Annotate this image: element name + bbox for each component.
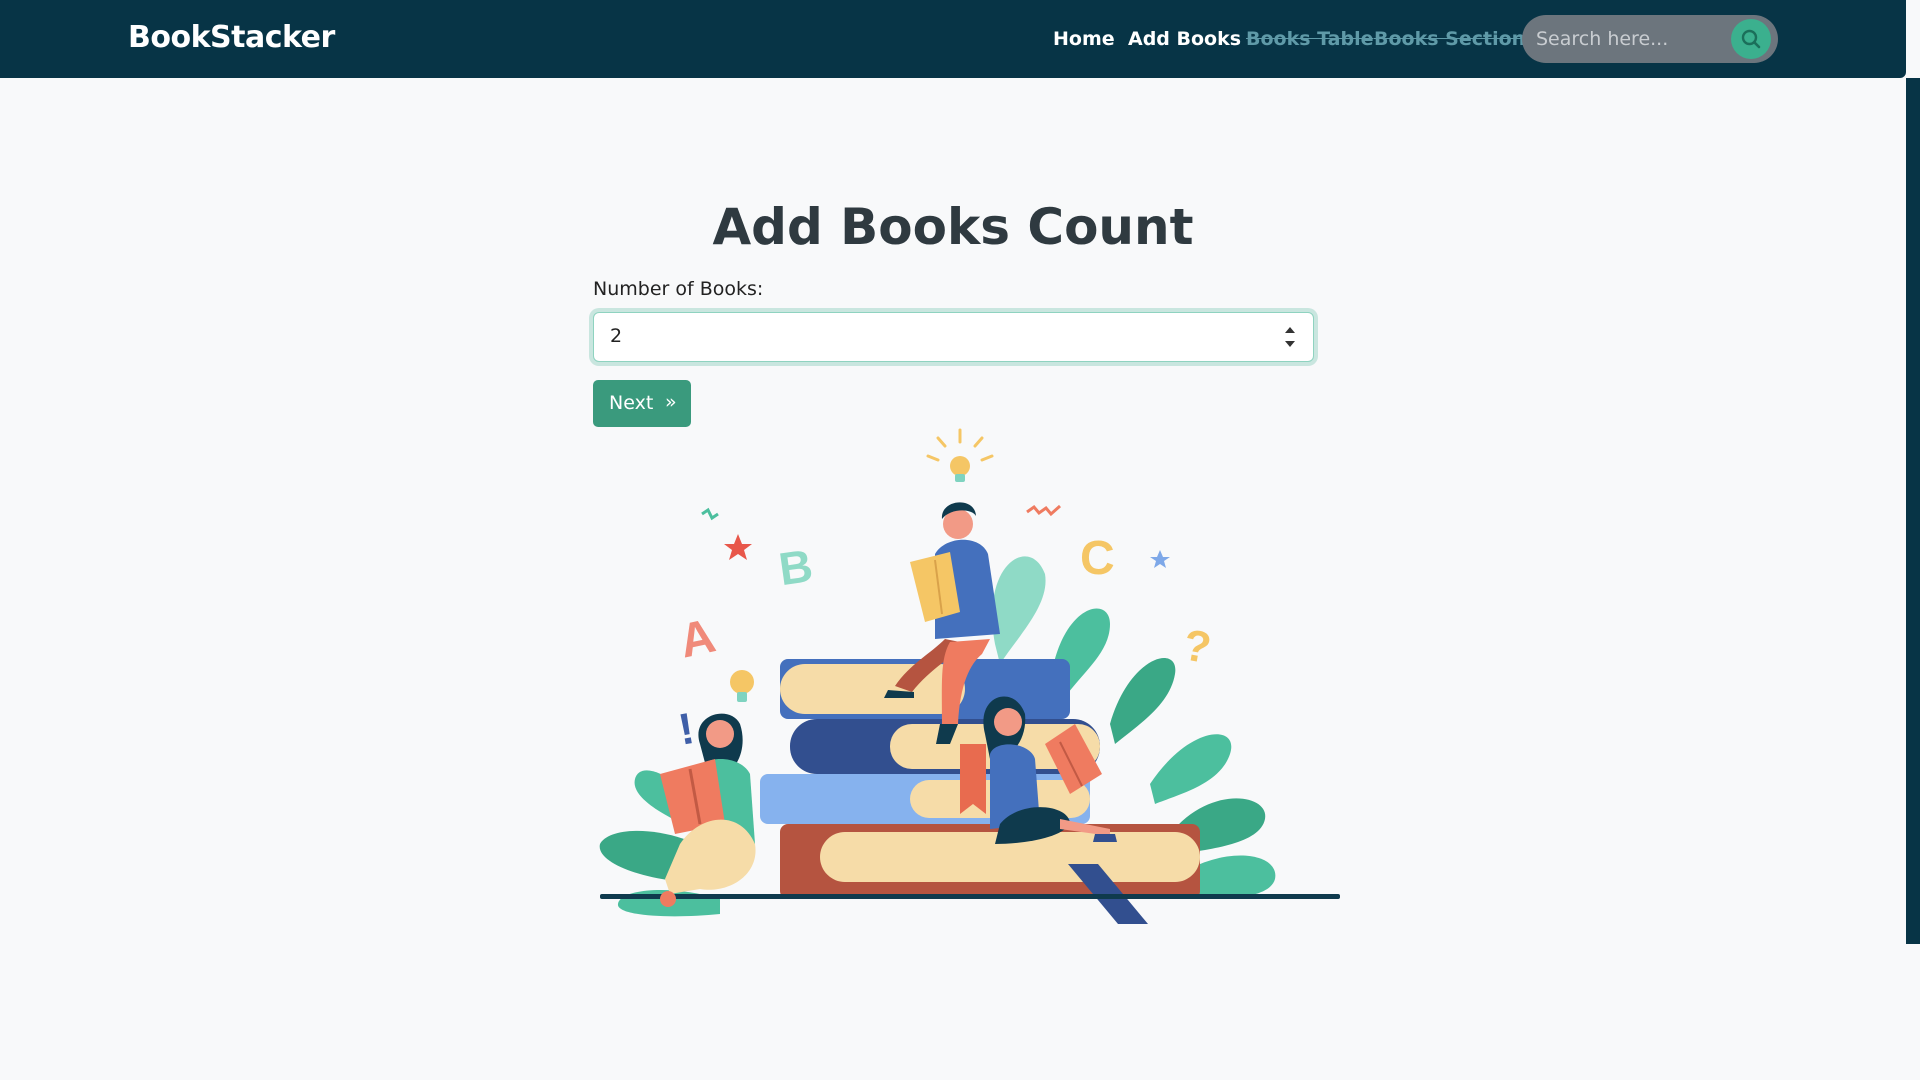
nav-books-table-link: Books Table	[1246, 28, 1374, 50]
brand-logo[interactable]: BookStacker	[128, 20, 335, 55]
search-icon	[1741, 29, 1761, 49]
letter-c: C	[1080, 532, 1115, 585]
letter-b: B	[776, 539, 816, 595]
number-of-books-input[interactable]: 2	[593, 312, 1314, 362]
page-title: Add Books Count	[712, 198, 1194, 256]
search-bar	[1522, 15, 1778, 63]
letter-a: A	[675, 609, 720, 668]
next-button-label: Next	[609, 392, 654, 414]
next-button[interactable]: Next »	[593, 380, 691, 427]
number-of-books-value[interactable]: 2	[610, 325, 622, 347]
nav-add-books-link[interactable]: Add Books	[1128, 28, 1241, 50]
exclamation-mark: !	[675, 704, 698, 755]
nav-books-section-link: Books Section	[1374, 28, 1526, 50]
search-input[interactable]	[1536, 24, 1726, 54]
woman-reading-left-figure	[660, 713, 756, 907]
number-of-books-label: Number of Books:	[593, 278, 764, 300]
double-chevron-right-icon: »	[665, 391, 677, 413]
nav-home-link[interactable]: Home	[1053, 28, 1115, 50]
navbar: BookStacker Home Add Books Books Table B…	[0, 0, 1906, 78]
reading-books-illustration: B A C ? !	[599, 428, 1340, 924]
question-mark: ?	[1180, 620, 1215, 673]
number-spinner-icon[interactable]	[1283, 323, 1297, 351]
search-button[interactable]	[1731, 19, 1771, 59]
page-scrollbar[interactable]	[1906, 78, 1920, 944]
lightbulb-icon	[926, 428, 994, 482]
